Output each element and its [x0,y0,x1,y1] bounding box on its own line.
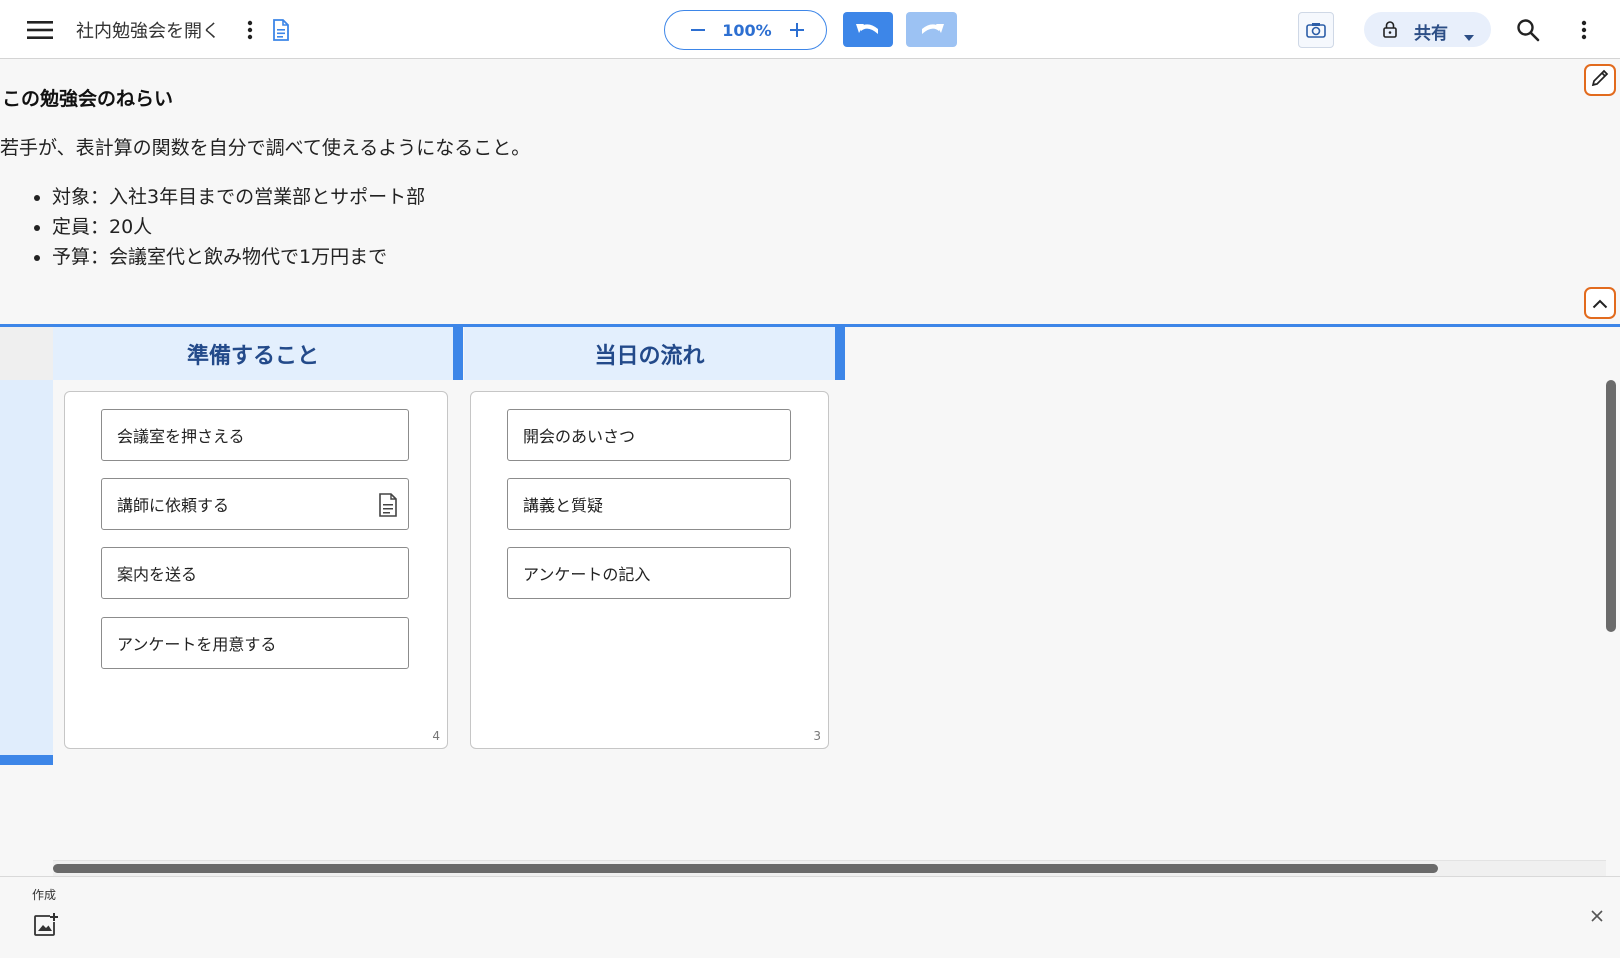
column-resize-handle[interactable] [453,327,463,380]
card-label: アンケートの記入 [523,565,651,584]
zoom-level[interactable]: 100% [721,21,773,40]
lock-icon [1382,20,1398,38]
document-icon[interactable] [268,16,294,44]
edit-description-button[interactable] [1584,64,1616,96]
card[interactable]: 会議室を押さえる [101,409,409,461]
column-title: 準備すること [186,343,319,369]
note-icon[interactable] [378,493,400,517]
vertical-scrollbar[interactable] [1606,380,1616,632]
card[interactable]: 開会のあいさつ [507,409,791,461]
swimlane-resize-handle[interactable] [0,755,53,765]
horizontal-scrollbar[interactable] [53,864,1438,873]
zoom-out-icon[interactable] [683,15,713,45]
bullet-item: 定員：20人 [32,212,425,242]
column-header-schedule[interactable]: 当日の流れ [464,327,845,380]
chevron-up-icon [1592,294,1608,313]
description-lead: 若手が、表計算の関数を自分で調べて使えるようになること。 [0,137,531,159]
document-title[interactable]: 社内勉強会を開く [76,17,220,43]
column-resize-handle[interactable] [835,327,845,380]
card-label: 会議室を押さえる [117,427,245,446]
share-label: 共有 [1414,24,1448,44]
card[interactable]: 案内を送る [101,547,409,599]
zoom-in-icon[interactable] [782,15,812,45]
collapse-description-button[interactable] [1584,287,1616,319]
card-label: 講義と質疑 [523,496,604,515]
pencil-icon [1590,68,1610,92]
caret-down-icon [1464,26,1474,45]
description-title: この勉強会のねらい [2,88,174,110]
redo-icon[interactable] [906,12,957,47]
board-corner [0,327,53,380]
card[interactable]: アンケートの記入 [507,547,791,599]
card-label: 案内を送る [117,565,198,584]
card-count: 3 [813,729,821,743]
add-image-icon[interactable] [32,911,60,939]
undo-icon[interactable] [843,12,893,47]
card-count: 4 [432,729,440,743]
share-button[interactable]: 共有 [1364,12,1491,47]
search-icon[interactable] [1512,14,1544,46]
column-title: 当日の流れ [594,343,705,369]
card-label: 講師に依頼する [117,496,230,515]
swimlane-header[interactable] [0,380,53,757]
more-vert-icon[interactable] [238,16,262,44]
card-label: アンケートを用意する [117,635,277,654]
zoom-control: 100% [664,10,827,50]
camera-icon[interactable] [1298,12,1334,48]
more-options-icon[interactable] [1573,16,1595,44]
top-toolbar: 社内勉強会を開く 100% 共有 [0,0,1620,59]
bullet-item: 対象：入社3年目までの営業部とサポート部 [32,182,425,212]
bullet-item: 予算：会議室代と飲み物代で1万円まで [32,242,425,272]
card[interactable]: アンケートを用意する [101,617,409,669]
create-panel: 作成 [0,876,1620,958]
menu-icon[interactable] [24,16,56,44]
column-header-preparation[interactable]: 準備すること [53,327,463,380]
close-icon[interactable] [1586,905,1608,927]
create-label: 作成 [32,888,57,902]
description-bullets: 対象：入社3年目までの営業部とサポート部 定員：20人 予算：会議室代と飲み物代… [32,182,425,272]
card[interactable]: 講義と質疑 [507,478,791,530]
card[interactable]: 講師に依頼する [101,478,409,530]
card-label: 開会のあいさつ [523,427,636,446]
